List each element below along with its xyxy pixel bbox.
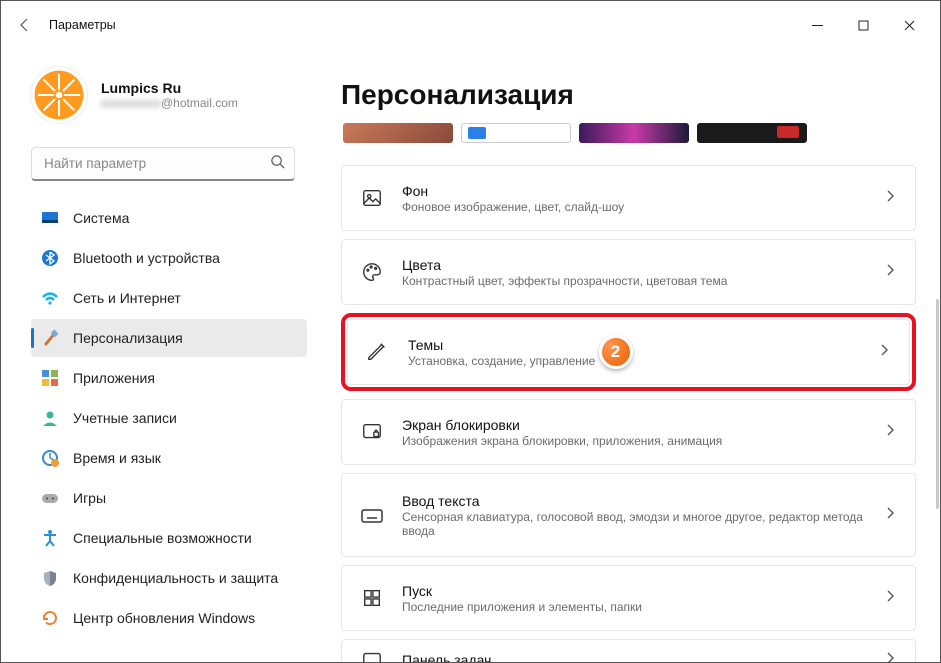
sidebar: Lumpics Ru xxxxxxxxxx@hotmail.com Систем…: [1, 49, 317, 662]
gamepad-icon: [41, 489, 59, 507]
card-taskbar[interactable]: Панель задач: [341, 639, 916, 662]
apps-icon: [41, 369, 59, 387]
nav-system[interactable]: Система: [31, 199, 307, 237]
annotation-badge: 2: [599, 335, 633, 369]
nav-time-language[interactable]: Время и язык: [31, 439, 307, 477]
update-icon: [41, 609, 59, 627]
search-input[interactable]: [31, 147, 295, 181]
chevron-right-icon: [885, 651, 897, 662]
search-box[interactable]: [31, 147, 295, 181]
titlebar: Параметры: [1, 1, 940, 49]
maximize-button[interactable]: [840, 9, 886, 41]
shield-icon: [41, 569, 59, 587]
nav-privacy[interactable]: Конфиденциальность и защита: [31, 559, 307, 597]
nav-windows-update[interactable]: Центр обновления Windows: [31, 599, 307, 637]
avatar: [31, 67, 87, 123]
user-icon: [41, 409, 59, 427]
card-start[interactable]: Пуск Последние приложения и элементы, па…: [341, 565, 916, 631]
theme-thumb[interactable]: [343, 123, 453, 143]
lockscreen-icon: [360, 420, 384, 444]
theme-thumbnails: [341, 123, 916, 143]
picture-icon: [360, 186, 384, 210]
account-block[interactable]: Lumpics Ru xxxxxxxxxx@hotmail.com: [31, 67, 307, 123]
chevron-right-icon: [885, 589, 897, 607]
nav-personalization[interactable]: Персонализация: [31, 319, 307, 357]
nav-apps[interactable]: Приложения: [31, 359, 307, 397]
nav-accounts[interactable]: Учетные записи: [31, 399, 307, 437]
settings-list: Фон Фоновое изображение, цвет, слайд-шоу…: [341, 165, 916, 662]
theme-thumb[interactable]: [579, 123, 689, 143]
keyboard-icon: [360, 503, 384, 527]
account-name: Lumpics Ru: [101, 80, 238, 96]
taskbar-icon: [360, 648, 384, 662]
page-title: Персонализация: [341, 79, 916, 111]
card-lockscreen[interactable]: Экран блокировки Изображения экрана блок…: [341, 399, 916, 465]
brush-icon: [41, 329, 59, 347]
palette-icon: [360, 260, 384, 284]
wifi-icon: [41, 289, 59, 307]
main-content: Персонализация Фон Фоновое изображение, …: [317, 49, 940, 662]
nav-bluetooth[interactable]: Bluetooth и устройства: [31, 239, 307, 277]
close-button[interactable]: [886, 9, 932, 41]
nav-network[interactable]: Сеть и Интернет: [31, 279, 307, 317]
pen-icon: [366, 340, 390, 364]
chevron-right-icon: [879, 343, 891, 361]
card-background[interactable]: Фон Фоновое изображение, цвет, слайд-шоу: [341, 165, 916, 231]
nav-accessibility[interactable]: Специальные возможности: [31, 519, 307, 557]
window-title: Параметры: [49, 18, 116, 32]
clock-globe-icon: [41, 449, 59, 467]
theme-thumb[interactable]: [461, 123, 571, 143]
start-icon: [360, 586, 384, 610]
nav-list: Система Bluetooth и устройства Сеть и Ин…: [31, 199, 307, 637]
scrollbar[interactable]: [936, 299, 939, 509]
card-colors[interactable]: Цвета Контрастный цвет, эффекты прозрачн…: [341, 239, 916, 305]
card-textinput[interactable]: Ввод текста Сенсорная клавиатура, голосо…: [341, 473, 916, 557]
account-email: xxxxxxxxxx@hotmail.com: [101, 96, 238, 110]
chevron-right-icon: [885, 263, 897, 281]
system-icon: [41, 209, 59, 227]
bluetooth-icon: [41, 249, 59, 267]
chevron-right-icon: [885, 506, 897, 524]
minimize-button[interactable]: [794, 9, 840, 41]
search-icon: [270, 154, 285, 174]
nav-gaming[interactable]: Игры: [31, 479, 307, 517]
accessibility-icon: [41, 529, 59, 547]
back-button[interactable]: [9, 9, 41, 41]
theme-thumb[interactable]: [697, 123, 807, 143]
chevron-right-icon: [885, 423, 897, 441]
chevron-right-icon: [885, 189, 897, 207]
